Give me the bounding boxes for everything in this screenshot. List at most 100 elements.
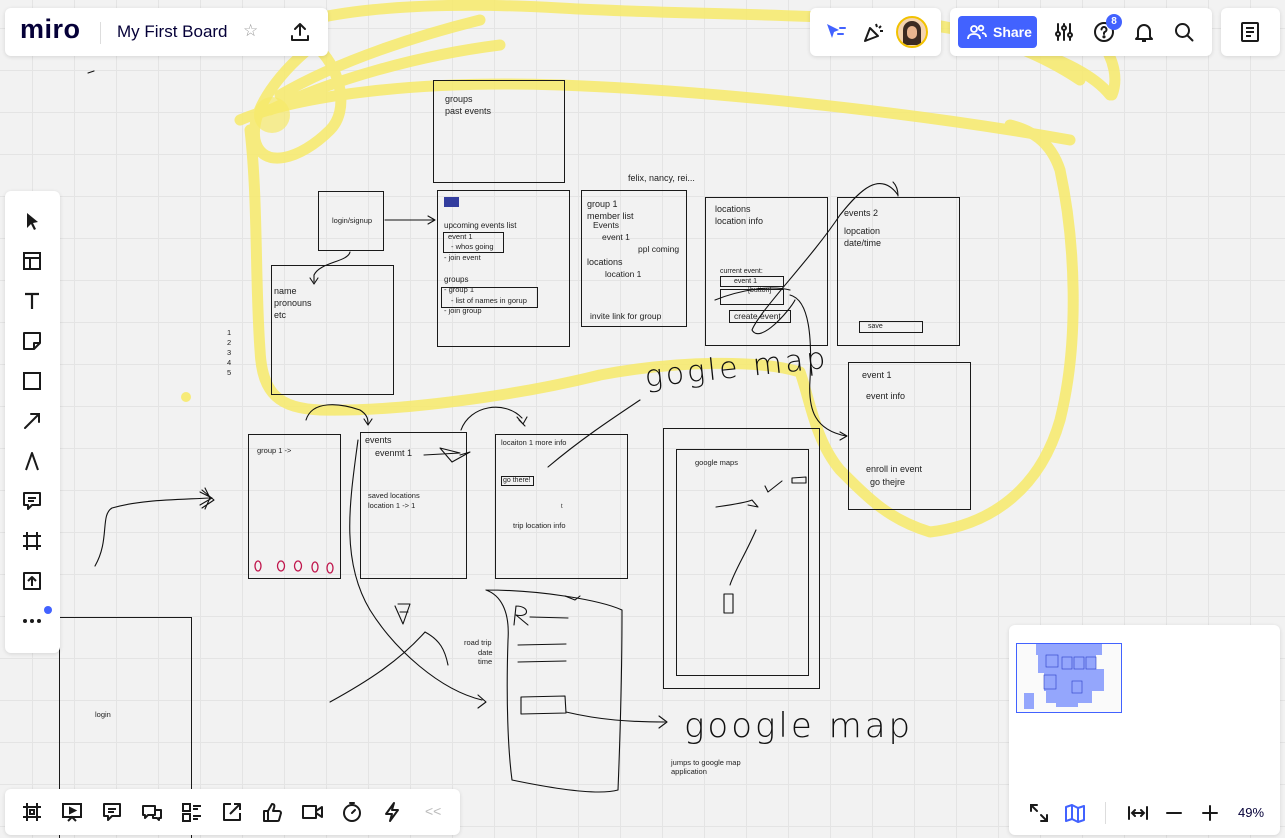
zoom-level[interactable]: 49% [1238,805,1264,820]
voting-button[interactable] [256,796,288,828]
bottom-toolbar: << [5,789,460,835]
activity-button[interactable] [376,796,408,828]
home-frame[interactable] [437,190,570,347]
saved-locations-label: saved locations [368,491,420,500]
toolbar-right: Share 8 [950,8,1212,56]
lopcation-label: lopcation [844,226,881,236]
miro-logo[interactable]: miro [20,14,81,45]
go-there-event-label: go thejre [870,477,906,487]
video-icon [302,805,323,819]
minimap-panel: 49% [1009,625,1280,835]
share-screen-button[interactable] [216,796,248,828]
frames-icon [23,803,41,821]
login-signup-label: login/signup [332,216,373,225]
zoom-out-icon[interactable] [1163,802,1185,829]
upload-tool[interactable] [14,563,50,599]
frame-tool[interactable] [14,523,50,559]
events2-title-label: events 2 [844,208,879,218]
upload-icon [23,572,41,590]
events-frame-title: events [365,435,392,445]
share-label: Share [993,24,1032,40]
enroll-label: enroll in event [866,464,923,474]
profile-name-label: name [274,286,297,296]
share-screen-icon [223,803,241,821]
home-color-swatch [444,197,459,207]
location1-link-label: location 1 -> 1 [368,501,416,510]
group-location1-label: location 1 [605,269,642,279]
profile-etc-label: etc [274,310,287,320]
jumps-note-line2: application [671,767,707,776]
text-tool[interactable] [14,283,50,319]
notes-panel [1221,8,1280,56]
pen-tool[interactable] [14,443,50,479]
event1-title-label: event 1 [862,370,892,380]
presentation-button[interactable] [56,796,88,828]
handwritten-gogle-map: gogle map [643,340,830,395]
sticky-note-tool[interactable] [14,323,50,359]
button-label: [button] [748,287,772,294]
activity-icon [385,802,399,822]
t-label: t [561,504,563,510]
number-3: 3 [227,348,232,357]
collapse-toolbar-button[interactable]: << [425,803,441,819]
location-info-label: location info [715,216,764,226]
notification-badge: 8 [1106,14,1122,30]
road-trip-time-label: time [478,657,493,666]
settings-sliders-icon[interactable] [1053,21,1075,48]
export-icon[interactable] [289,21,311,48]
group1-arrow-label: group 1 -> [257,446,292,455]
presentation-icon [62,803,82,822]
new-feature-dot [44,606,52,614]
fit-width-icon[interactable] [1127,802,1149,829]
header-divider [100,22,101,44]
names-list-label: - list of names in gorup [451,296,527,305]
ppl-coming-label: ppl coming [638,244,680,254]
select-tool[interactable] [14,203,50,239]
locations-title-label: locations [715,204,751,214]
text-icon [25,292,39,309]
location-more-info-title: locaiton 1 more info [501,438,567,447]
more-icon [23,619,41,623]
bell-icon[interactable] [1133,21,1155,48]
google-maps-inner-frame[interactable] [676,449,809,676]
celebrate-icon[interactable] [862,20,888,49]
minimap-toggle-icon[interactable] [1064,802,1086,829]
star-icon[interactable]: ☆ [243,21,258,41]
comments-icon [103,803,121,821]
cards-button[interactable] [176,796,208,828]
road-trip-label: road trip [464,638,492,647]
search-icon[interactable] [1173,21,1195,48]
board-title[interactable]: My First Board [117,22,228,42]
zoom-in-icon[interactable] [1199,802,1221,829]
cursor-icon [27,213,38,230]
users-icon [967,24,987,40]
fit-screen-icon[interactable] [1028,802,1050,829]
line-tool[interactable] [14,403,50,439]
go-there-label: go there! [503,477,531,484]
login-label: login [95,710,111,719]
shape-tool[interactable] [14,363,50,399]
join-group-label: - join group [444,306,482,315]
left-toolbar [5,191,60,653]
number-4: 4 [227,358,232,367]
comments-button[interactable] [96,796,128,828]
join-event-label: - join event [444,253,481,262]
comment-tool[interactable] [14,483,50,519]
templates-tool[interactable] [14,243,50,279]
event1-frame[interactable] [848,362,971,510]
voting-icon [263,803,282,822]
minimap-preview [1024,643,1104,709]
frame-icon [23,532,41,550]
video-button[interactable] [296,796,328,828]
group-locations-label: locations [587,257,623,267]
notes-icon[interactable] [1239,21,1261,48]
zoom-divider [1105,802,1106,824]
timer-button[interactable] [336,796,368,828]
chat-button[interactable] [136,796,168,828]
comment-icon [23,492,41,510]
event1-info-label: event info [866,391,906,401]
cursor-follow-icon[interactable] [824,21,848,48]
avatar[interactable] [896,16,928,48]
share-button[interactable]: Share [958,16,1037,48]
frames-button[interactable] [16,796,48,828]
